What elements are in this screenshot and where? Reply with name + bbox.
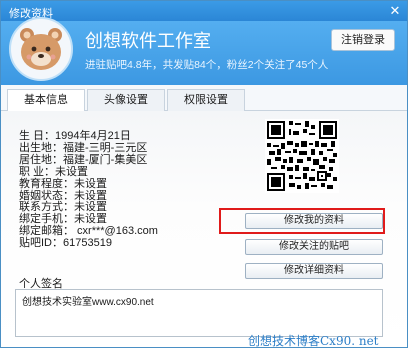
tab-avatar-settings[interactable]: 头像设置: [87, 89, 165, 111]
tieba-id-row: 贴吧ID：61753519: [19, 237, 112, 250]
residence-row: 居住地：福建-厦门-集美区: [19, 153, 148, 166]
edit-detailed-profile-button[interactable]: 修改详细资料: [245, 263, 383, 279]
studio-name: 创想软件工作室: [85, 31, 211, 51]
basic-info-panel: 生 日：1994年4月21日 出生地：福建-三明-三元区 居住地：福建-厦门-集…: [1, 111, 407, 347]
tab-basic-info[interactable]: 基本信息: [7, 89, 85, 112]
qr-code-icon: [265, 119, 339, 193]
bear-avatar-icon: [20, 28, 62, 70]
edit-my-profile-button[interactable]: 修改我的资料: [245, 213, 383, 229]
studio-description: 进驻贴吧4.8年，共发贴84个，粉丝2个关注了45个人: [85, 59, 329, 71]
signature-text: 创想技术实验室www.cx90.net: [22, 297, 154, 308]
profile-header: 创想软件工作室 进驻贴吧4.8年，共发贴84个，粉丝2个关注了45个人 注销登录: [1, 17, 407, 85]
close-icon[interactable]: ✕: [387, 3, 403, 19]
watermark-text: 创想技术博客Cx90. net: [248, 334, 379, 348]
occupation-row: 职 业：未设置: [19, 165, 89, 178]
avatar: [9, 17, 73, 81]
edit-profile-window: 修改资料 ✕ 创想软件工作室 进驻贴吧4.8年，共发贴84个，粉丝2个关注了45…: [0, 0, 408, 348]
edit-followed-tieba-button[interactable]: 修改关注的贴吧: [245, 239, 383, 255]
signature-textbox[interactable]: 创想技术实验室www.cx90.net: [15, 289, 383, 337]
tab-bar: 基本信息 头像设置 权限设置: [1, 85, 407, 112]
title-bar: 修改资料 ✕: [1, 1, 407, 21]
tab-permission-settings[interactable]: 权限设置: [167, 89, 245, 111]
logout-button[interactable]: 注销登录: [331, 29, 395, 51]
education-row: 教育程度：未设置: [19, 177, 107, 190]
profile-info: 生 日：1994年4月21日 出生地：福建-三明-三元区 居住地：福建-厦门-集…: [19, 130, 158, 250]
